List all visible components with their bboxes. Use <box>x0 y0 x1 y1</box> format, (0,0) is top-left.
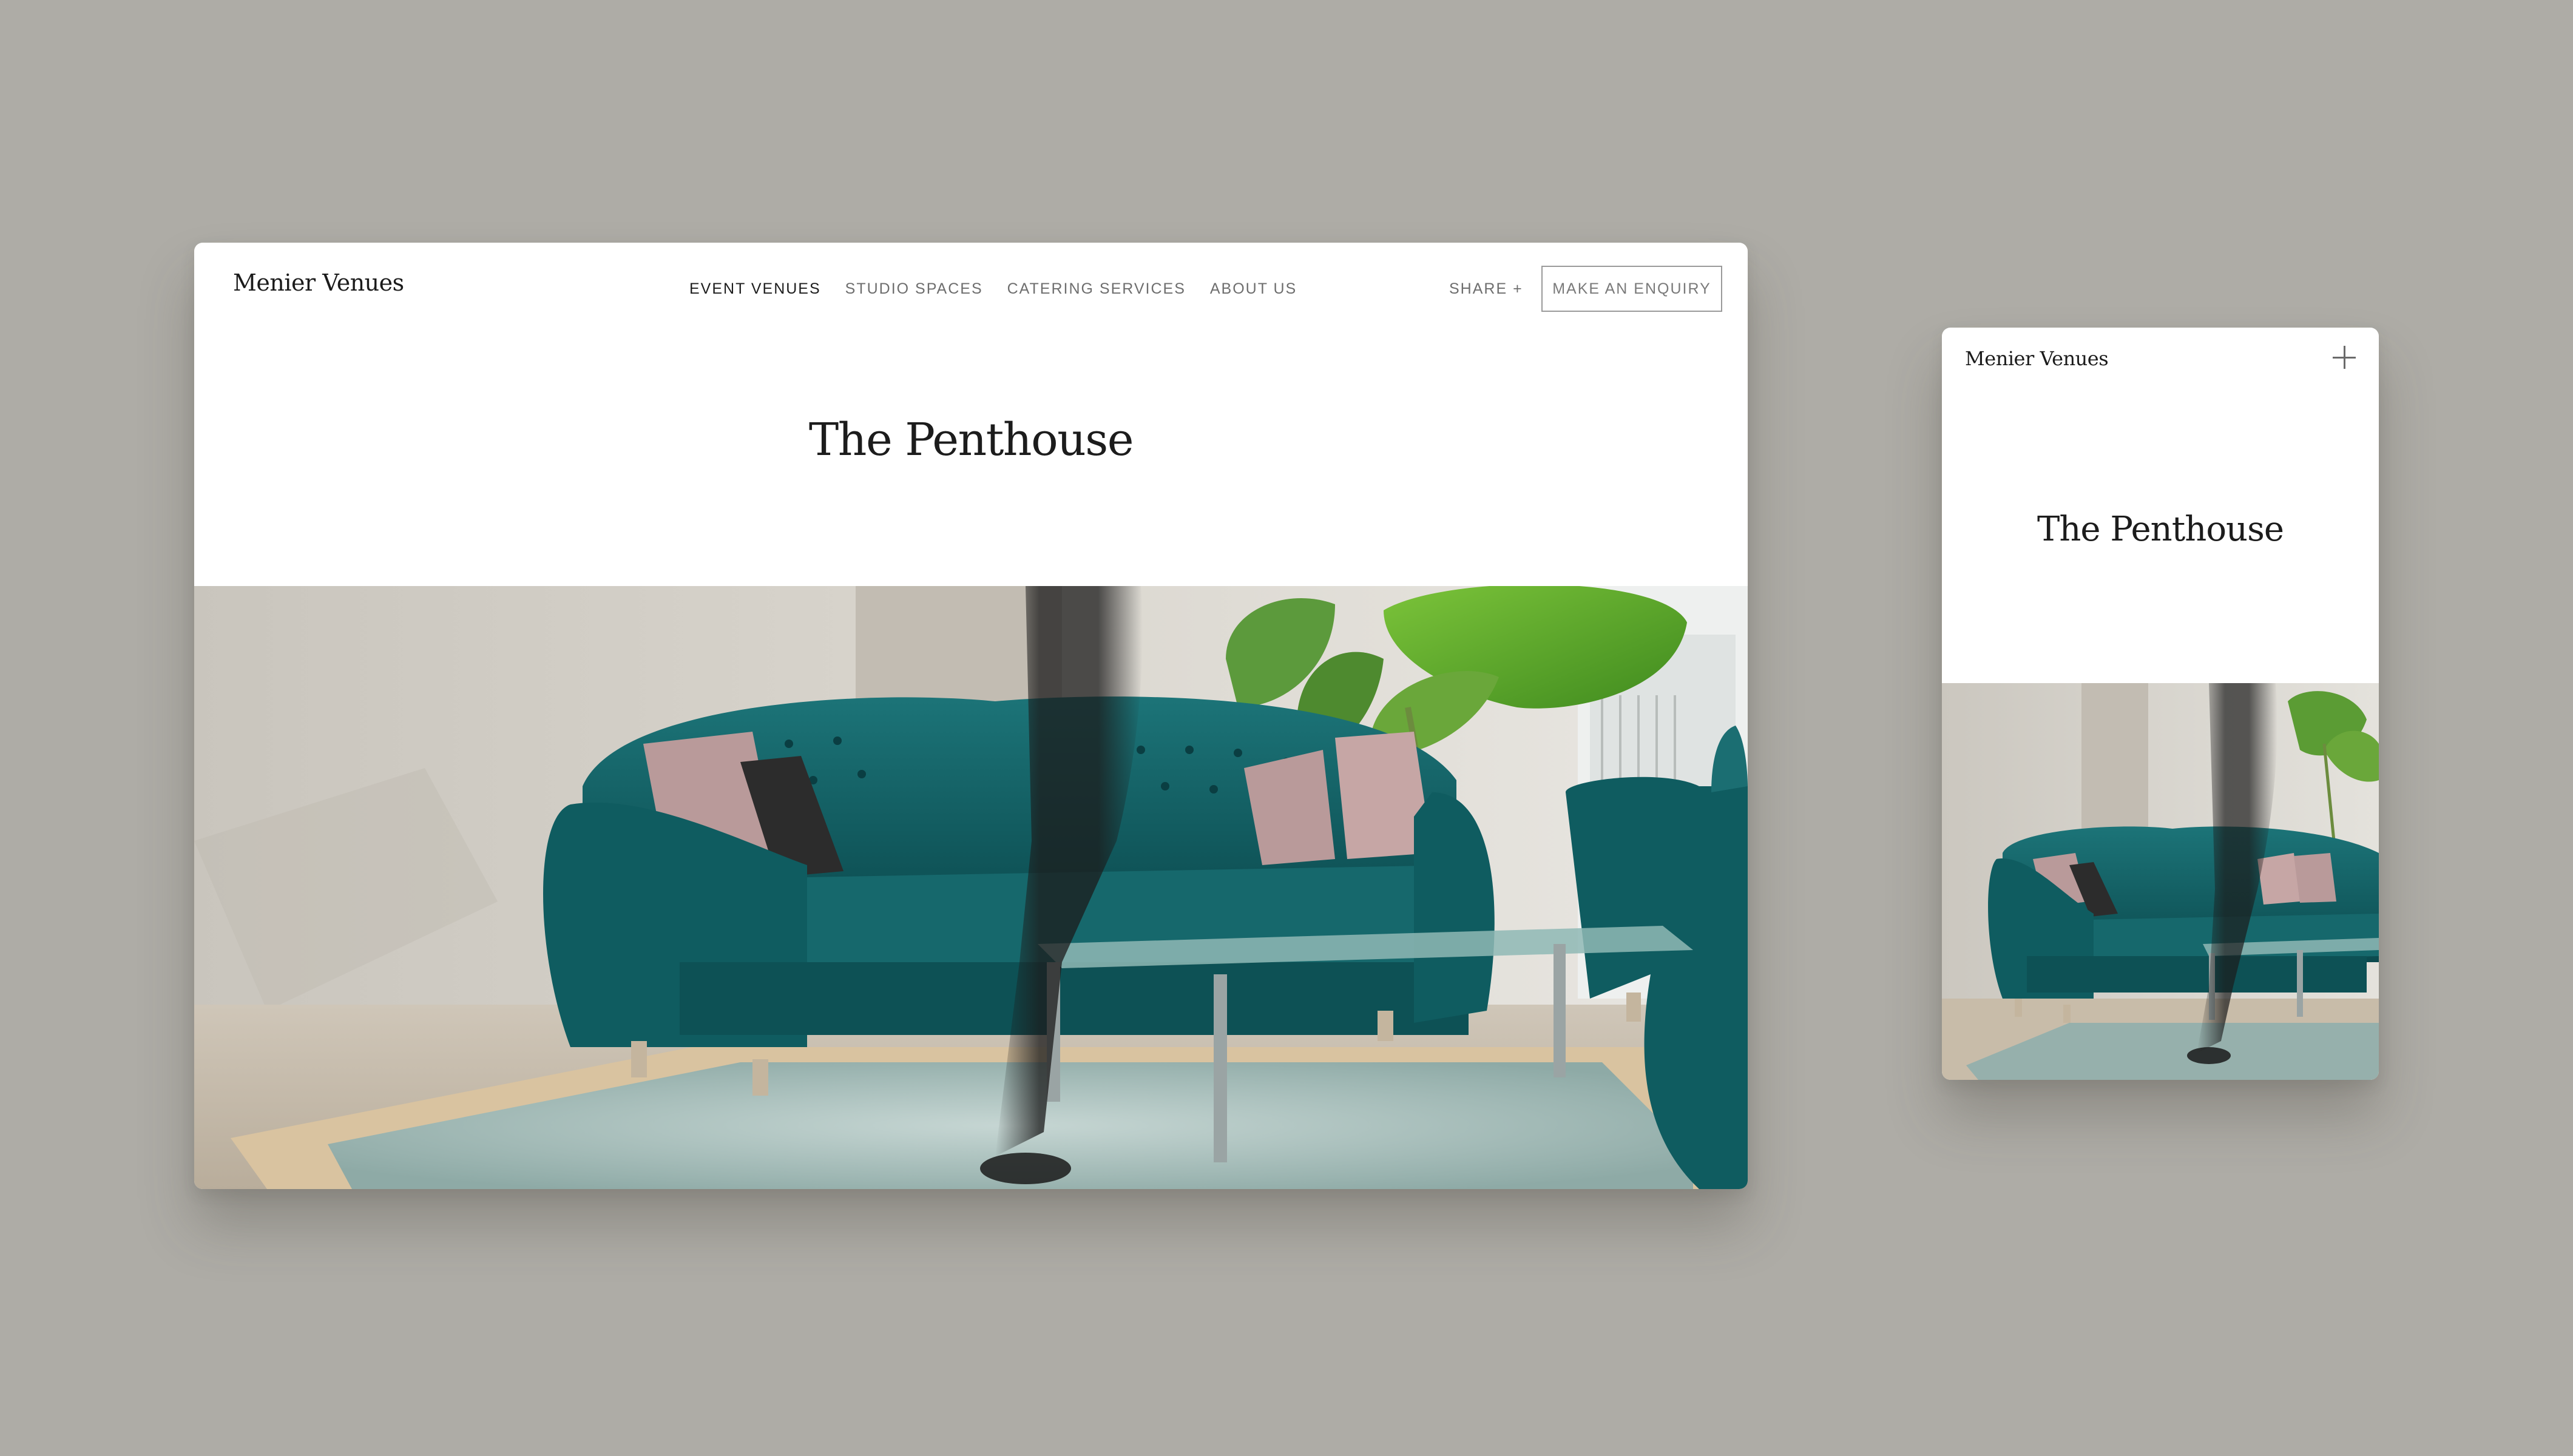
hero-photo-illustration <box>194 586 1748 1189</box>
page-title: The Penthouse <box>808 414 1134 466</box>
nav-item-catering-services[interactable]: CATERING SERVICES <box>1007 280 1186 298</box>
brand-logo[interactable]: Menier Venues <box>233 269 404 296</box>
mobile-browser-mockup: Menier Venues The Penthouse <box>1942 328 2379 1080</box>
page-title-mobile: The Penthouse <box>2037 510 2284 549</box>
make-enquiry-button[interactable]: MAKE AN ENQUIRY <box>1541 266 1722 312</box>
hero-image-mobile <box>1942 683 2379 1080</box>
nav-item-about-us[interactable]: ABOUT US <box>1210 280 1297 298</box>
main-nav: EVENT VENUES STUDIO SPACES CATERING SERV… <box>689 280 1297 298</box>
nav-item-studio-spaces[interactable]: STUDIO SPACES <box>845 280 983 298</box>
plus-icon[interactable] <box>2330 343 2358 371</box>
presentation-backdrop: Menier Venues EVENT VENUES STUDIO SPACES… <box>0 0 2573 1456</box>
share-button[interactable]: SHARE + <box>1449 280 1523 298</box>
brand-logo-mobile[interactable]: Menier Venues <box>1965 347 2109 370</box>
desktop-browser-mockup: Menier Venues EVENT VENUES STUDIO SPACES… <box>194 243 1748 1189</box>
hero-photo-illustration-mobile <box>1942 683 2379 1080</box>
desktop-header: Menier Venues EVENT VENUES STUDIO SPACES… <box>194 243 1748 337</box>
nav-item-event-venues[interactable]: EVENT VENUES <box>689 280 821 298</box>
hero-image <box>194 586 1748 1189</box>
